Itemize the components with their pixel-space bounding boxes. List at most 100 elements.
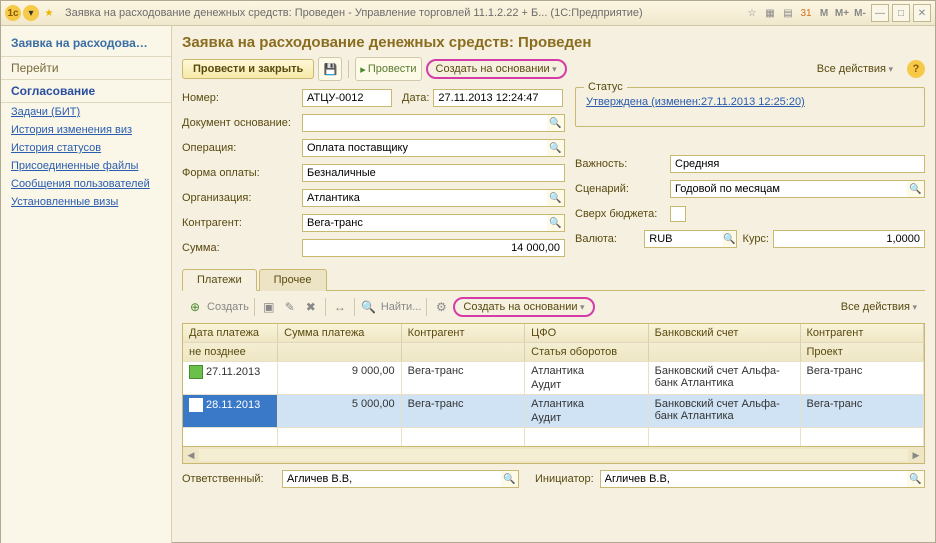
- label-org: Организация:: [182, 192, 302, 204]
- copy-icon[interactable]: ▣: [260, 298, 278, 316]
- sidebar-active[interactable]: Согласование: [1, 80, 171, 103]
- scroll-track[interactable]: [199, 449, 908, 461]
- app-icon: 1c: [5, 5, 21, 21]
- sidebar-link[interactable]: История статусов: [1, 139, 171, 157]
- mem-mminus[interactable]: M-: [852, 5, 868, 21]
- sidebar-link[interactable]: История изменения виз: [1, 121, 171, 139]
- th-counter[interactable]: Контрагент: [402, 324, 526, 342]
- number-field[interactable]: [302, 89, 392, 107]
- doc-icon: [189, 365, 203, 379]
- calc-icon[interactable]: ▤: [780, 5, 796, 21]
- help-icon[interactable]: ?: [907, 60, 925, 78]
- label-scenario: Сценарий:: [575, 183, 670, 195]
- th-sum[interactable]: Сумма платежа: [278, 324, 402, 342]
- lookup-icon[interactable]: 🔍: [547, 189, 565, 207]
- label-currency: Валюта:: [575, 233, 644, 245]
- label-importance: Важность:: [575, 158, 670, 170]
- refresh-icon[interactable]: ⚙: [432, 298, 450, 316]
- all-actions-button[interactable]: Все действия: [813, 61, 897, 77]
- move-icon[interactable]: ↔: [331, 298, 349, 316]
- create-label[interactable]: Создать: [207, 301, 249, 313]
- form-grid: Номер: Дата: Документ основание: 🔍 Опера…: [182, 87, 925, 262]
- close-button[interactable]: ✕: [913, 4, 931, 22]
- sidebar-link[interactable]: Установленные визы: [1, 193, 171, 211]
- minimize-button[interactable]: —: [871, 4, 889, 22]
- lookup-icon[interactable]: 🔍: [723, 230, 736, 248]
- payform-field[interactable]: [302, 164, 565, 182]
- th-proj[interactable]: Контрагент: [801, 324, 925, 342]
- sidebar-link[interactable]: Задачи (БИТ): [1, 103, 171, 121]
- edit-icon[interactable]: ✎: [281, 298, 299, 316]
- dropdown-icon[interactable]: ▾: [23, 5, 39, 21]
- label-counter: Контрагент:: [182, 217, 302, 229]
- doc-icon: [189, 398, 203, 412]
- table-row[interactable]: 27.11.2013 9 000,00 Вега-транс Атлантика…: [183, 361, 924, 394]
- post-icon[interactable]: ▸Провести: [355, 57, 421, 81]
- tool-icon[interactable]: ▦: [762, 5, 778, 21]
- separator: [348, 60, 349, 78]
- sidebar: Заявка на расходова… Перейти Согласовани…: [1, 26, 172, 543]
- find-label[interactable]: Найти...: [381, 301, 422, 313]
- mem-m[interactable]: M: [816, 5, 832, 21]
- sidebar-nav[interactable]: Перейти: [1, 56, 171, 80]
- sidebar-link[interactable]: Сообщения пользователей: [1, 175, 171, 193]
- tab-payments[interactable]: Платежи: [182, 269, 257, 291]
- sidebar-link[interactable]: Присоединенные файлы: [1, 157, 171, 175]
- cell-date: 27.11.2013: [206, 366, 260, 378]
- operation-field[interactable]: [302, 139, 548, 157]
- table-row[interactable]: 28.11.2013 5 000,00 Вега-транс Атлантика…: [183, 394, 924, 427]
- cell-bank: Банковский счет Альфа-банк Атлантика: [649, 395, 801, 427]
- table-toolbar: ⊕ Создать ▣ ✎ ✖ ↔ 🔍 Найти... ⚙ Создать н…: [182, 291, 925, 323]
- cell-cfo: АтлантикаАудит: [525, 362, 649, 394]
- search-icon[interactable]: 🔍: [360, 298, 378, 316]
- tab-other[interactable]: Прочее: [259, 269, 327, 291]
- sum-field[interactable]: [302, 239, 565, 257]
- lookup-icon[interactable]: 🔍: [907, 180, 925, 198]
- th-date-sub: не позднее: [183, 343, 278, 361]
- initiator-field[interactable]: [600, 470, 908, 488]
- post-and-close-button[interactable]: Провести и закрыть: [182, 59, 314, 79]
- th-date[interactable]: Дата платежа: [183, 324, 278, 342]
- create-based-button[interactable]: Создать на основании: [426, 59, 567, 79]
- scenario-field[interactable]: [670, 180, 908, 198]
- lookup-icon[interactable]: 🔍: [501, 470, 519, 488]
- calendar-icon[interactable]: 31: [798, 5, 814, 21]
- importance-field[interactable]: [670, 155, 925, 173]
- th-cfo[interactable]: ЦФО: [525, 324, 649, 342]
- lookup-icon[interactable]: 🔍: [907, 470, 925, 488]
- rate-field[interactable]: [773, 230, 925, 248]
- counter-field[interactable]: [302, 214, 548, 232]
- lookup-icon[interactable]: 🔍: [547, 114, 565, 132]
- table-row[interactable]: [183, 427, 924, 446]
- th-bank[interactable]: Банковский счет: [649, 324, 801, 342]
- fav-icon[interactable]: ☆: [744, 5, 760, 21]
- star-icon[interactable]: ★: [41, 5, 57, 21]
- date-field[interactable]: [433, 89, 563, 107]
- delete-icon[interactable]: ✖: [302, 298, 320, 316]
- lookup-icon[interactable]: 🔍: [547, 139, 565, 157]
- lookup-icon[interactable]: 🔍: [547, 214, 565, 232]
- responsible-field[interactable]: [282, 470, 502, 488]
- org-field[interactable]: [302, 189, 548, 207]
- save-icon[interactable]: 💾: [318, 57, 342, 81]
- th-proj-sub: Проект: [801, 343, 925, 361]
- scroll-left-icon[interactable]: ◀: [183, 450, 199, 461]
- currency-field[interactable]: [644, 230, 724, 248]
- window-title: Заявка на расходование денежных средств:…: [65, 7, 738, 19]
- scroll-right-icon[interactable]: ▶: [908, 450, 924, 461]
- overbudget-checkbox[interactable]: [670, 206, 686, 222]
- basis-field[interactable]: [302, 114, 548, 132]
- table-all-actions[interactable]: Все действия: [837, 299, 921, 315]
- cell-date: 28.11.2013: [206, 399, 260, 411]
- footer: Ответственный: 🔍 Инициатор: 🔍: [182, 470, 925, 488]
- sidebar-title[interactable]: Заявка на расходова…: [1, 32, 171, 56]
- maximize-button[interactable]: □: [892, 4, 910, 22]
- status-link[interactable]: Утверждена (изменен:27.11.2013 12:25:20): [586, 96, 805, 108]
- horizontal-scrollbar[interactable]: ◀ ▶: [182, 447, 925, 464]
- create-based-table-button[interactable]: Создать на основании: [453, 297, 594, 317]
- label-responsible: Ответственный:: [182, 473, 282, 485]
- mem-mplus[interactable]: M+: [834, 5, 850, 21]
- cell-counter: Вега-транс: [402, 362, 526, 394]
- th-cfo-sub: Статья оборотов: [525, 343, 649, 361]
- add-icon[interactable]: ⊕: [186, 298, 204, 316]
